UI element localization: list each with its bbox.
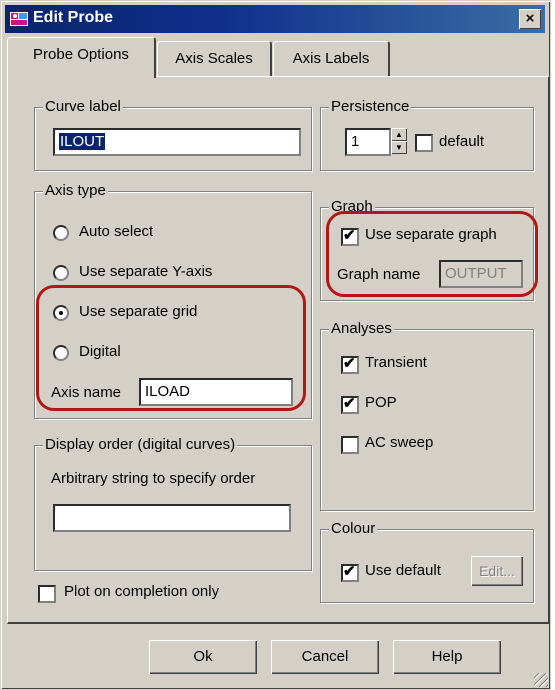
ok-button[interactable]: Ok: [149, 640, 257, 674]
persistence-default-checkbox[interactable]: [415, 134, 433, 152]
graph-legend: Graph: [329, 198, 375, 215]
pop-label: POP: [365, 394, 397, 411]
radio-separate-y-axis-label: Use separate Y-axis: [79, 263, 213, 280]
analyses-legend: Analyses: [329, 320, 394, 337]
persistence-spinner[interactable]: ▲ ▼: [391, 128, 407, 156]
colour-legend: Colour: [329, 520, 378, 537]
tab-label: Axis Labels: [292, 50, 370, 67]
transient-checkbox[interactable]: [341, 354, 359, 374]
tab-label: Probe Options: [33, 46, 129, 63]
use-separate-graph-checkbox[interactable]: [341, 226, 359, 246]
radio-digital-label: Digital: [79, 343, 121, 360]
analyses-group: Analyses Transient POP AC sweep: [320, 320, 534, 511]
cancel-button[interactable]: Cancel: [271, 640, 379, 674]
plot-on-completion-checkbox[interactable]: [38, 585, 56, 603]
radio-separate-grid[interactable]: [53, 305, 69, 321]
title-bar[interactable]: Edit Probe ×: [5, 5, 545, 33]
axis-name-input[interactable]: ILOAD: [139, 378, 293, 406]
radio-auto-select[interactable]: [53, 225, 69, 241]
curve-label-input[interactable]: ILOUT: [53, 128, 301, 156]
radio-auto-select-label: Auto select: [79, 223, 154, 240]
tab-probe-options[interactable]: Probe Options: [7, 37, 156, 78]
display-order-legend: Display order (digital curves): [43, 436, 238, 453]
ac-sweep-checkbox[interactable]: [341, 436, 359, 454]
graph-name-label: Graph name: [337, 266, 421, 283]
graph-name-input[interactable]: OUTPUT: [439, 260, 523, 288]
spin-up-icon[interactable]: ▲: [391, 128, 407, 141]
ac-sweep-label: AC sweep: [365, 434, 434, 451]
close-icon: ×: [525, 10, 535, 27]
radio-digital[interactable]: [53, 345, 69, 361]
curve-label-legend: Curve label: [43, 98, 123, 115]
colour-group: Colour Use default Edit...: [320, 520, 534, 603]
tab-page-probe-options: Curve label ILOUT Persistence 1 ▲ ▼ defa…: [7, 76, 550, 624]
use-separate-graph-label: Use separate graph: [365, 226, 497, 243]
axis-type-group: Axis type Auto select Use separate Y-axi…: [34, 182, 312, 419]
graph-group: Graph Use separate graph Graph name OUTP…: [320, 198, 534, 301]
persistence-legend: Persistence: [329, 98, 412, 115]
use-default-colour-checkbox[interactable]: [341, 562, 359, 582]
edit-probe-window: Edit Probe × Probe Options Axis Scales A…: [0, 0, 551, 690]
colour-edit-button[interactable]: Edit...: [471, 556, 523, 586]
help-button[interactable]: Help: [393, 640, 501, 674]
display-order-group: Display order (digital curves) Arbitrary…: [34, 436, 312, 571]
display-order-input[interactable]: [53, 504, 291, 532]
resize-grip-icon[interactable]: [534, 673, 548, 687]
plot-on-completion-label: Plot on completion only: [64, 583, 220, 600]
pop-checkbox[interactable]: [341, 394, 359, 414]
curve-label-value: ILOUT: [59, 133, 106, 150]
persistence-input[interactable]: 1: [345, 128, 391, 156]
radio-separate-grid-label: Use separate grid: [79, 303, 198, 320]
axis-name-label: Axis name: [51, 384, 122, 401]
spin-down-icon[interactable]: ▼: [391, 141, 407, 154]
tab-axis-labels[interactable]: Axis Labels: [273, 41, 390, 76]
tab-axis-scales[interactable]: Axis Scales: [157, 41, 272, 76]
axis-type-legend: Axis type: [43, 182, 108, 199]
radio-separate-y-axis[interactable]: [53, 265, 69, 281]
tab-label: Axis Scales: [175, 50, 253, 67]
window-title: Edit Probe: [33, 9, 114, 26]
use-default-colour-label: Use default: [365, 562, 441, 579]
close-button[interactable]: ×: [519, 9, 541, 29]
app-icon: [10, 12, 28, 26]
curve-label-group: Curve label ILOUT: [34, 98, 312, 171]
button-bar: Ok Cancel Help: [7, 626, 547, 686]
persistence-default-label: default: [439, 133, 485, 150]
persistence-group: Persistence 1 ▲ ▼ default: [320, 98, 534, 171]
display-order-description: Arbitrary string to specify order: [51, 470, 256, 487]
transient-label: Transient: [365, 354, 427, 371]
